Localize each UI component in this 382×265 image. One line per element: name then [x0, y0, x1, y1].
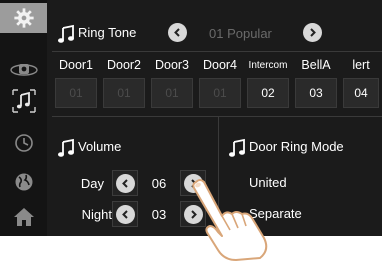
music-note-icon [58, 24, 74, 43]
door-name: Door3 [154, 58, 190, 72]
day-volume-down[interactable] [115, 173, 135, 193]
night-volume-value: 03 [151, 207, 167, 222]
sidebar-item-settings[interactable] [0, 3, 47, 33]
ringtone-bar: Ring Tone 01 Popular [52, 12, 382, 52]
ringtone-label: Ring Tone [78, 25, 137, 40]
night-label: Night [81, 207, 112, 222]
door-column[interactable]: Door4 01 [196, 52, 244, 114]
sidebar-item-clock[interactable] [0, 128, 47, 158]
door-name: Door2 [106, 58, 142, 72]
door-column[interactable]: Door1 01 [52, 52, 100, 114]
door-value[interactable]: 01 [55, 78, 97, 108]
door-name: BellA [301, 58, 331, 72]
door-value[interactable]: 01 [103, 78, 145, 108]
home-icon [13, 208, 34, 226]
globe-icon [15, 173, 32, 191]
music-note-icon [229, 138, 245, 157]
ringtone-next-button[interactable] [303, 23, 322, 42]
gear-icon [13, 8, 34, 28]
clock-icon [14, 134, 33, 152]
door-value[interactable]: 02 [247, 78, 289, 108]
door-column[interactable]: BellA 03 [292, 52, 340, 114]
sidebar-item-language[interactable] [0, 167, 47, 197]
ringtone-prev-button[interactable] [168, 23, 187, 42]
sidebar-item-home[interactable] [0, 202, 47, 232]
music-note-icon [58, 138, 74, 157]
sidebar-item-ringtone[interactable] [0, 86, 47, 116]
chevron-left-icon [121, 178, 128, 188]
door-grid: Door1 01 Door2 01 Door3 01 Door4 01 Inte… [52, 52, 382, 114]
door-ring-mode-label: Door Ring Mode [249, 139, 344, 154]
day-volume-down-button[interactable] [112, 170, 138, 196]
door-value[interactable]: 01 [199, 78, 241, 108]
chevron-right-icon [310, 28, 316, 37]
door-column[interactable]: Door2 01 [100, 52, 148, 114]
door-name: lert [352, 58, 370, 72]
door-value[interactable]: 01 [151, 78, 193, 108]
pointing-hand-icon [192, 179, 268, 261]
door-name: Door4 [202, 58, 238, 72]
day-volume-value: 06 [151, 176, 167, 191]
music-note-icon [11, 89, 36, 113]
door-value[interactable]: 03 [295, 78, 337, 108]
door-name: Door1 [58, 58, 94, 72]
chevron-left-icon [174, 28, 180, 37]
door-name: Intercom [248, 60, 288, 71]
sidebar [0, 0, 47, 236]
door-column[interactable]: lert 04 [340, 52, 382, 114]
chevron-left-icon [121, 209, 128, 219]
night-volume-down-button[interactable] [112, 201, 138, 227]
door-value[interactable]: 04 [343, 78, 379, 108]
door-column[interactable]: Intercom 02 [244, 52, 292, 114]
door-column[interactable]: Door3 01 [148, 52, 196, 114]
camera-icon [9, 64, 38, 76]
ringtone-current: 01 Popular [209, 26, 272, 41]
night-volume-down[interactable] [115, 204, 135, 224]
volume-label: Volume [78, 139, 122, 154]
day-label: Day [80, 176, 104, 191]
sidebar-item-camera[interactable] [0, 55, 47, 85]
